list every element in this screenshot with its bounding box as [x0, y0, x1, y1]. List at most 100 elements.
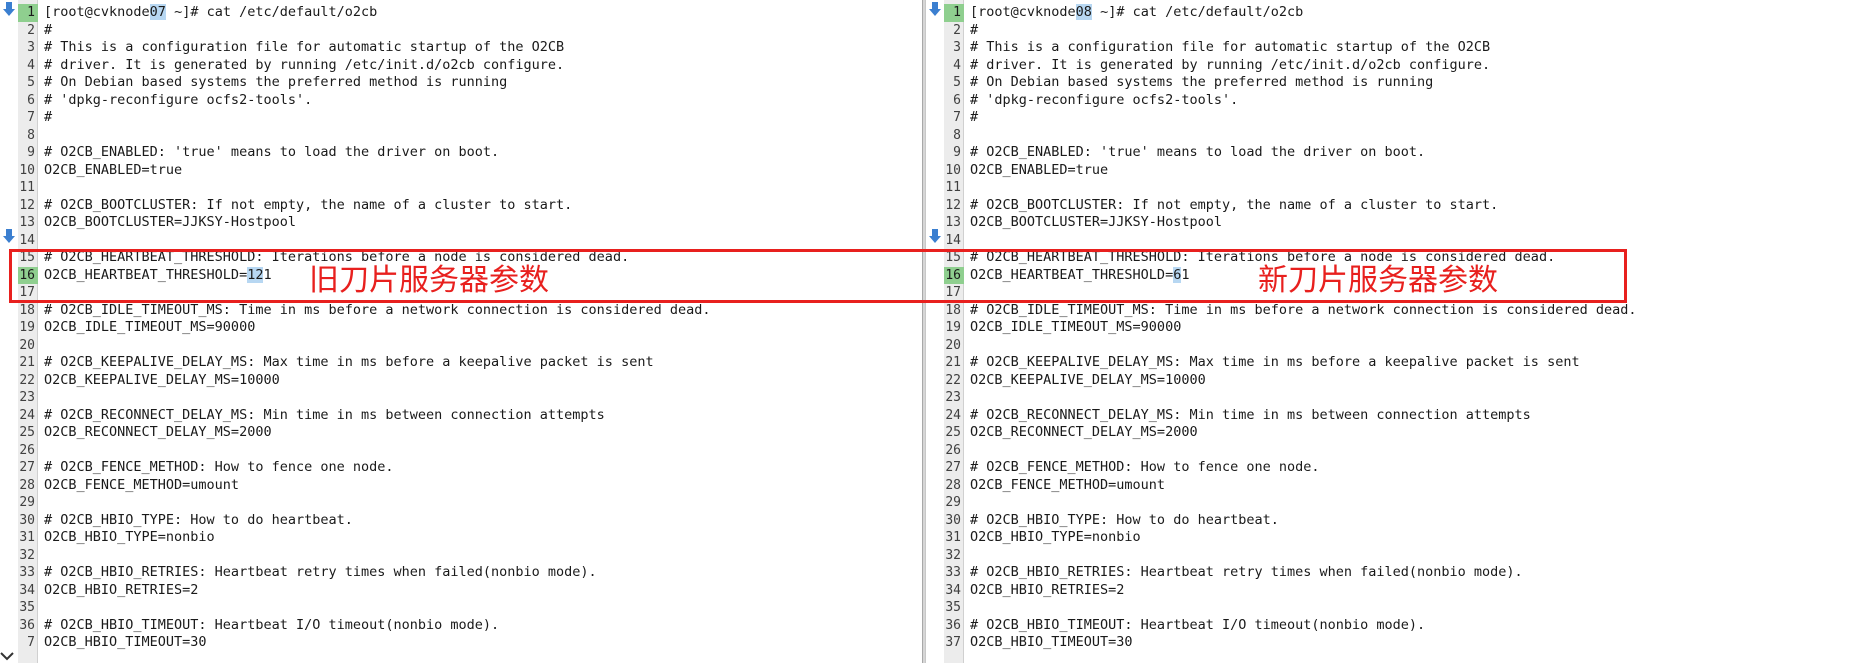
code-line[interactable]: O2CB_IDLE_TIMEOUT_MS=90000	[970, 319, 1181, 337]
code-line[interactable]: # On Debian based systems the preferred …	[970, 74, 1433, 92]
line-number: 25	[19, 425, 35, 440]
code-line[interactable]: # O2CB_HBIO_RETRIES: Heartbeat retry tim…	[44, 564, 597, 582]
code-line[interactable]: # On Debian based systems the preferred …	[44, 74, 507, 92]
line-number: 1	[944, 4, 964, 22]
code-line[interactable]: O2CB_IDLE_TIMEOUT_MS=90000	[44, 319, 255, 337]
code-line[interactable]: O2CB_KEEPALIVE_DELAY_MS=10000	[44, 372, 280, 390]
line-number: 31	[19, 530, 35, 545]
line-number: 26	[19, 442, 35, 458]
code-line[interactable]: O2CB_HEARTBEAT_THRESHOLD=61	[970, 266, 1190, 285]
line-number: 13	[945, 215, 961, 230]
line-number: 35	[19, 600, 35, 615]
code-line[interactable]: # driver. It is generated by running /et…	[970, 57, 1490, 75]
code-line[interactable]: # O2CB_HBIO_RETRIES: Heartbeat retry tim…	[970, 564, 1523, 582]
line-number: 34	[19, 582, 35, 598]
code-text: O2CB_HEARTBEAT_THRESHOLD=	[44, 266, 248, 283]
code-line[interactable]: # O2CB_RECONNECT_DELAY_MS: Min time in m…	[44, 407, 605, 425]
code-line[interactable]: # O2CB_HBIO_TIMEOUT: Heartbeat I/O timeo…	[970, 617, 1425, 635]
line-number: 20	[945, 337, 961, 353]
code-line[interactable]: # O2CB_KEEPALIVE_DELAY_MS: Max time in m…	[970, 354, 1580, 372]
diff-highlight: 07	[149, 4, 166, 20]
down-arrow-icon[interactable]	[2, 1, 16, 17]
line-number: 5	[27, 75, 35, 90]
code-line[interactable]: # O2CB_BOOTCLUSTER: If not empty, the na…	[44, 197, 572, 215]
line-number: 5	[953, 75, 961, 90]
line-number: 7	[27, 110, 35, 125]
code-line[interactable]: O2CB_HBIO_RETRIES=2	[44, 582, 198, 600]
left-gutter-icons	[0, 0, 18, 663]
line-number: 36	[19, 617, 35, 633]
code-line[interactable]: O2CB_BOOTCLUSTER=JJKSY-Hostpool	[970, 214, 1222, 232]
line-number: 22	[945, 372, 961, 388]
code-line[interactable]: # O2CB_HBIO_TIMEOUT: Heartbeat I/O timeo…	[44, 617, 499, 635]
code-line[interactable]: # 'dpkg-reconfigure ocfs2-tools'.	[970, 92, 1238, 110]
code-line[interactable]: [root@cvknode08 ~]# cat /etc/default/o2c…	[970, 4, 1303, 22]
code-line[interactable]: O2CB_HBIO_TYPE=nonbio	[970, 529, 1141, 547]
code-line[interactable]: O2CB_HBIO_TYPE=nonbio	[44, 529, 215, 547]
code-line[interactable]: O2CB_RECONNECT_DELAY_MS=2000	[44, 424, 272, 442]
line-number: 14	[945, 232, 961, 248]
code-line[interactable]: # O2CB_FENCE_METHOD: How to fence one no…	[970, 459, 1320, 477]
line-number: 6	[953, 92, 961, 108]
line-number: 33	[945, 565, 961, 580]
code-line[interactable]: O2CB_ENABLED=true	[970, 162, 1108, 180]
line-number: 23	[945, 390, 961, 405]
code-line[interactable]: O2CB_HEARTBEAT_THRESHOLD=121	[44, 266, 272, 285]
code-line[interactable]: # O2CB_IDLE_TIMEOUT_MS: Time in ms befor…	[970, 302, 1636, 320]
line-number: 17	[945, 285, 961, 300]
code-line[interactable]: O2CB_HBIO_RETRIES=2	[970, 582, 1124, 600]
code-line[interactable]: #	[44, 22, 52, 40]
code-line[interactable]: # O2CB_KEEPALIVE_DELAY_MS: Max time in m…	[44, 354, 654, 372]
right-compare-pane[interactable]: [root@cvknode08 ~]# cat /etc/default/o2c…	[926, 0, 1858, 663]
line-number: 15	[945, 250, 961, 265]
line-number: 14	[19, 232, 35, 248]
code-line[interactable]: O2CB_ENABLED=true	[44, 162, 182, 180]
code-text: ~]# cat /etc/default/o2cb	[1091, 4, 1304, 20]
code-line[interactable]: O2CB_BOOTCLUSTER=JJKSY-Hostpool	[44, 214, 296, 232]
line-number: 32	[19, 547, 35, 563]
code-line[interactable]: O2CB_HBIO_TIMEOUT=30	[970, 634, 1133, 652]
code-line[interactable]: # O2CB_BOOTCLUSTER: If not empty, the na…	[970, 197, 1498, 215]
line-number: 18	[945, 302, 961, 318]
code-line[interactable]: # O2CB_ENABLED: 'true' means to load the…	[970, 144, 1425, 162]
code-line[interactable]: # driver. It is generated by running /et…	[44, 57, 564, 75]
code-line[interactable]: # O2CB_HBIO_TYPE: How to do heartbeat.	[44, 512, 353, 530]
line-number: 18	[19, 302, 35, 318]
code-line[interactable]: # This is a configuration file for autom…	[970, 39, 1490, 57]
line-number: 7	[27, 635, 35, 650]
down-arrow-icon[interactable]	[2, 228, 16, 244]
right-gutter-icons	[926, 0, 944, 663]
line-number: 16	[944, 266, 964, 284]
code-line[interactable]: # O2CB_ENABLED: 'true' means to load the…	[44, 144, 499, 162]
code-line[interactable]: O2CB_HBIO_TIMEOUT=30	[44, 634, 207, 652]
line-number: 35	[945, 600, 961, 615]
line-number: 22	[19, 372, 35, 388]
down-arrow-icon[interactable]	[928, 228, 942, 244]
code-line[interactable]: O2CB_FENCE_METHOD=umount	[44, 477, 239, 495]
chevron-down-icon[interactable]	[0, 651, 14, 661]
code-text: [root@cvknode	[44, 4, 150, 20]
code-line[interactable]: # O2CB_IDLE_TIMEOUT_MS: Time in ms befor…	[44, 302, 710, 320]
code-line[interactable]: # This is a configuration file for autom…	[44, 39, 564, 57]
code-line[interactable]: # O2CB_FENCE_METHOD: How to fence one no…	[44, 459, 394, 477]
code-line[interactable]: #	[970, 22, 978, 40]
code-line[interactable]: O2CB_FENCE_METHOD=umount	[970, 477, 1165, 495]
code-line[interactable]: # 'dpkg-reconfigure ocfs2-tools'.	[44, 92, 312, 110]
down-arrow-icon[interactable]	[928, 1, 942, 17]
code-line[interactable]: O2CB_RECONNECT_DELAY_MS=2000	[970, 424, 1198, 442]
code-line[interactable]: # O2CB_HBIO_TYPE: How to do heartbeat.	[970, 512, 1279, 530]
line-number: 11	[945, 180, 961, 195]
line-number: 2	[27, 22, 35, 38]
line-number: 24	[945, 407, 961, 423]
code-line[interactable]: #	[970, 109, 978, 127]
line-number: 27	[945, 460, 961, 475]
left-compare-pane[interactable]: [root@cvknode07 ~]# cat /etc/default/o2c…	[0, 0, 922, 663]
new-server-annotation: 新刀片服务器参数	[1258, 263, 1498, 298]
code-line[interactable]: #	[44, 109, 52, 127]
code-line[interactable]: [root@cvknode07 ~]# cat /etc/default/o2c…	[44, 4, 377, 22]
code-line[interactable]: # O2CB_RECONNECT_DELAY_MS: Min time in m…	[970, 407, 1531, 425]
line-number: 16	[18, 266, 38, 284]
code-text: [root@cvknode	[970, 4, 1076, 20]
code-line[interactable]: O2CB_KEEPALIVE_DELAY_MS=10000	[970, 372, 1206, 390]
code-text: 1	[1181, 266, 1190, 283]
